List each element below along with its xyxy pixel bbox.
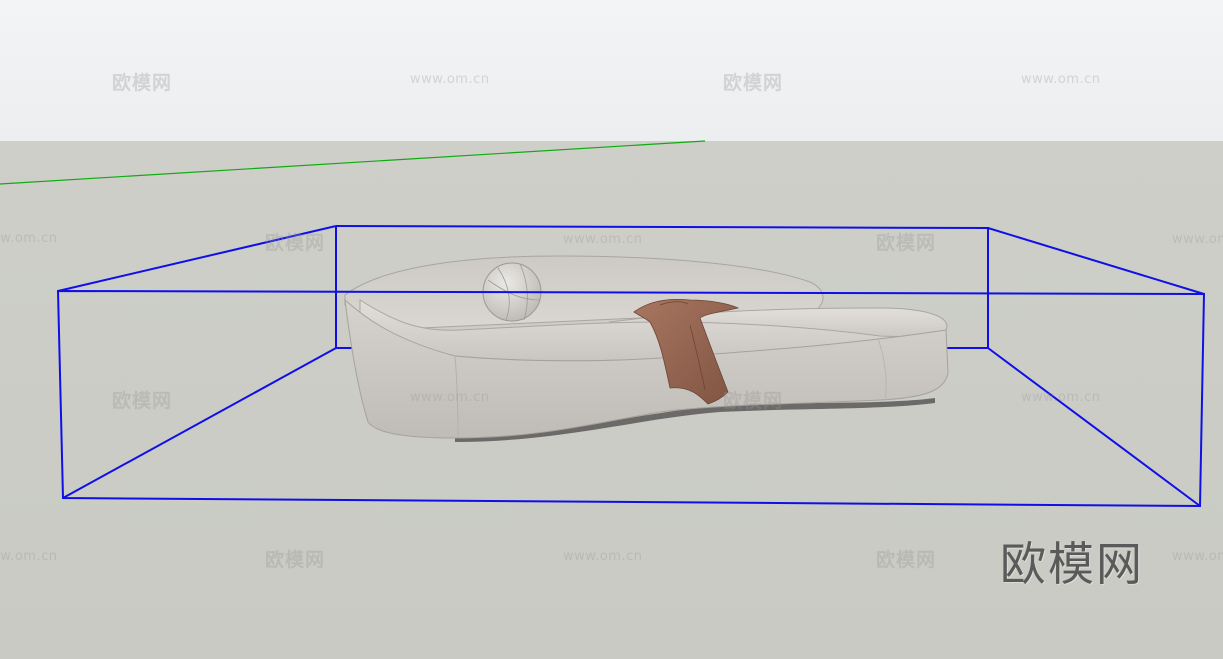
sofa-model[interactable] <box>344 255 949 442</box>
model-viewport[interactable]: 欧模网 www.om.cn 欧模网 www.om.cn www.om.cn 欧模… <box>0 0 1223 659</box>
site-logo: 欧模网 <box>1000 537 1144 591</box>
green-axis-line <box>0 140 706 185</box>
